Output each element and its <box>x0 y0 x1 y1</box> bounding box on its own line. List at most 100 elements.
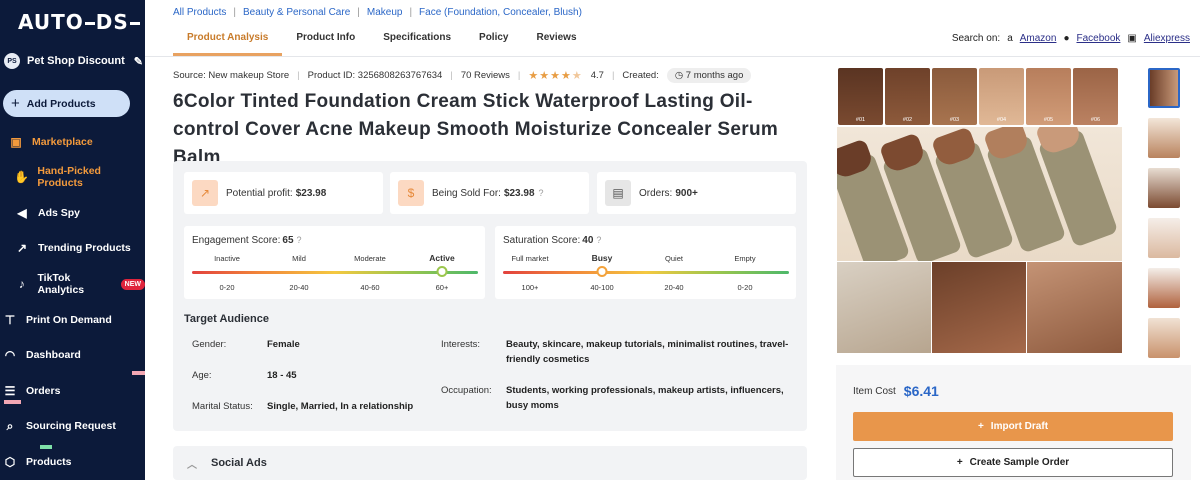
review-count[interactable]: 70 Reviews <box>461 70 510 81</box>
social-ads-section[interactable]: ︿ Social Ads <box>173 446 807 480</box>
plus-icon: + <box>977 421 984 432</box>
saturation-gradient-bar <box>503 271 789 274</box>
pencil-icon[interactable]: ✎ <box>134 55 143 68</box>
shade-swatch: #02 <box>885 68 930 125</box>
sidebar-item-orders[interactable]: ☰ Orders <box>0 380 145 402</box>
thumbnail[interactable] <box>1148 318 1180 358</box>
sidebar-item-products[interactable]: ⬡ Products <box>0 451 145 473</box>
plus-icon: + <box>956 457 963 468</box>
breadcrumb-link[interactable]: Face (Foundation, Concealer, Blush) <box>419 7 582 18</box>
engagement-range: 60+ <box>435 283 449 292</box>
engagement-range: 40-60 <box>360 283 380 292</box>
saturation-range: 40-100 <box>590 283 614 292</box>
saturation-level: Empty <box>734 254 756 263</box>
occupation-value: busy moms <box>506 400 559 411</box>
orders-card: ▤ Orders: 900+ <box>597 172 796 214</box>
source-store: Source: New makeup Store <box>173 70 290 81</box>
thumbnail[interactable] <box>1148 168 1180 208</box>
thumbnail[interactable] <box>1148 118 1180 158</box>
marital-label: Marital Status: <box>192 401 253 412</box>
sidebar-item-print-on-demand[interactable]: ⊤ Print On Demand <box>0 309 145 331</box>
megaphone-icon: ◀ <box>17 206 27 220</box>
product-meta: Source: New makeup Store | Product ID: 32… <box>173 68 752 83</box>
engagement-range: 0-20 <box>219 283 235 292</box>
tiktok-icon: ♪ <box>18 277 25 291</box>
notification-mark <box>132 371 145 375</box>
amazon-link[interactable]: Amazon <box>1020 33 1057 44</box>
help-icon[interactable]: ? <box>539 188 544 198</box>
product-title: 6Color Tinted Foundation Cream Stick Wat… <box>173 91 779 168</box>
created-label: Created: <box>622 70 659 81</box>
engagement-score-value: 65 <box>282 235 294 246</box>
hand-icon: ✋ <box>14 170 30 184</box>
plus-icon: + <box>11 95 20 112</box>
sourcing-icon: ⌕ <box>6 418 14 433</box>
tab-specifications[interactable]: Specifications <box>369 26 465 56</box>
age-value: 18 - 45 <box>267 370 297 381</box>
saturation-range: 100+ <box>521 283 539 292</box>
logo[interactable]: AUTO DS <box>18 10 141 34</box>
product-model-image[interactable] <box>932 262 1026 353</box>
purchase-box: Item Cost $6.41 + Import Draft + Create Sa… <box>836 365 1191 480</box>
gender-value: Female <box>267 339 300 350</box>
sidebar-item-ads-spy[interactable]: ◀ Ads Spy <box>0 202 145 224</box>
document-icon: ▤ <box>605 180 631 206</box>
shade-swatch: #05 <box>1026 68 1071 125</box>
store-selector[interactable]: PS Pet Shop Discount ✎ <box>0 50 145 72</box>
dollar-icon: $ <box>398 180 424 206</box>
sidebar-item-hand-picked[interactable]: ✋ Hand-Picked Products <box>0 165 145 189</box>
tab-product-analysis[interactable]: Product Analysis <box>173 26 283 56</box>
amazon-icon: a <box>1007 33 1013 44</box>
trend-chart-icon: ↗ <box>16 241 28 255</box>
aliexpress-link[interactable]: Aliexpress <box>1144 33 1190 44</box>
thumbnail[interactable] <box>1148 68 1180 108</box>
sidebar-item-marketplace[interactable]: ▣ Marketplace <box>0 131 145 153</box>
store-name: Pet Shop Discount <box>27 55 125 67</box>
engagement-score-card: Engagement Score: 65? Inactive Mild Moder… <box>184 226 485 299</box>
divider <box>145 56 1200 57</box>
orders-icon: ☰ <box>4 384 16 398</box>
sidebar-item-dashboard[interactable]: ◠ Dashboard <box>0 344 145 366</box>
thumbnail[interactable] <box>1148 268 1180 308</box>
sidebar-item-trending[interactable]: ↗ Trending Products <box>0 237 145 259</box>
tab-policy[interactable]: Policy <box>465 26 522 56</box>
engagement-level: Moderate <box>354 254 386 263</box>
product-texture-image[interactable] <box>1027 262 1122 353</box>
created-badge: ◷ 7 months ago <box>666 68 752 83</box>
search-on-label: Search on: <box>951 33 1001 44</box>
saturation-slider-knob <box>596 266 608 277</box>
occupation-label: Occupation: <box>441 385 492 396</box>
notification-mark <box>4 400 21 404</box>
saturation-range: 20-40 <box>664 283 684 292</box>
breadcrumb-link[interactable]: All Products <box>173 7 226 18</box>
product-main-image[interactable] <box>837 127 1122 261</box>
sidebar-item-sourcing[interactable]: ⌕ Sourcing Request <box>0 415 145 437</box>
item-cost-value: $6.41 <box>903 383 939 399</box>
rating-value: 4.7 <box>590 70 604 81</box>
thumbnail[interactable] <box>1148 218 1180 258</box>
potential-profit-card: ↗ Potential profit: $23.98 <box>184 172 383 214</box>
tab-reviews[interactable]: Reviews <box>523 26 591 56</box>
new-badge: NEW <box>120 278 145 290</box>
help-icon[interactable]: ? <box>596 235 601 245</box>
interests-value: friendly cosmetics <box>506 354 590 365</box>
breadcrumb-link[interactable]: Beauty & Personal Care <box>243 7 350 18</box>
box-icon: ⬡ <box>4 455 16 469</box>
occupation-value: Students, working professionals, makeup … <box>506 385 784 396</box>
saturation-score-value: 40 <box>582 235 594 246</box>
breadcrumb: All Products | Beauty & Personal Care | Ma… <box>173 7 582 18</box>
breadcrumb-link[interactable]: Makeup <box>367 7 403 18</box>
shade-swatch: #01 <box>838 68 883 125</box>
engagement-level-active: Active <box>429 253 455 263</box>
product-hand-image[interactable] <box>837 262 931 353</box>
help-icon[interactable]: ? <box>297 235 302 245</box>
add-products-button[interactable]: + Add Products <box>3 90 130 117</box>
tab-product-info[interactable]: Product Info <box>282 26 369 56</box>
import-draft-button[interactable]: + Import Draft <box>853 412 1173 441</box>
create-sample-order-button[interactable]: + Create Sample Order <box>853 448 1173 477</box>
facebook-icon: ● <box>1063 33 1070 44</box>
gauge-icon: ◠ <box>4 348 16 362</box>
engagement-level: Inactive <box>214 254 240 263</box>
facebook-link[interactable]: Facebook <box>1076 33 1120 44</box>
sidebar-item-tiktok[interactable]: ♪ TikTok Analytics NEW <box>0 272 145 296</box>
